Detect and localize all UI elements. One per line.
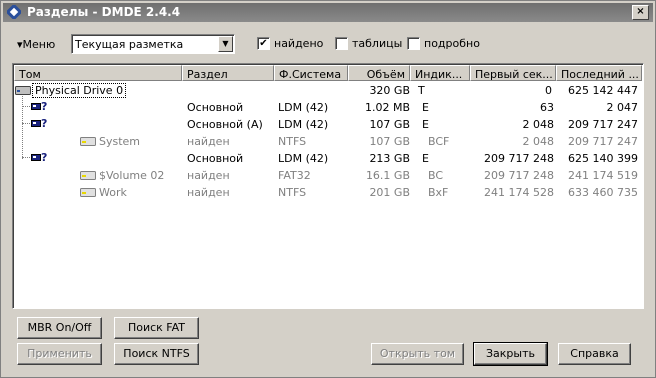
- size-cell: 16.1 GB: [365, 169, 410, 182]
- checkbox-unchecked-icon[interactable]: [407, 37, 420, 50]
- partition-cell: найден: [187, 135, 230, 148]
- column-header-size[interactable]: Объём: [348, 65, 410, 81]
- menu-button[interactable]: ▾Меню: [17, 38, 55, 51]
- list-header: Том Раздел Ф.Система Объём Индик... Перв…: [14, 65, 642, 81]
- layout-select-value: Текущая разметка: [75, 38, 184, 51]
- table-row[interactable]: ? Основной LDM (42) 213 GB E 209 717 248…: [14, 150, 642, 167]
- column-header-filesystem[interactable]: Ф.Система: [274, 65, 348, 81]
- first-sector-cell: 209 717 248: [484, 152, 554, 165]
- layout-select[interactable]: Текущая разметка ▼: [71, 34, 235, 54]
- found-checkbox-label: найдено: [274, 37, 324, 50]
- question-icon: ?: [41, 151, 48, 164]
- filesystem-cell: NTFS: [278, 135, 307, 148]
- table-row[interactable]: ? Основной LDM (42) 1.02 MB E 63 2 047: [14, 99, 642, 116]
- volume-name: Physical Drive 0: [32, 83, 127, 98]
- volume-name: Work: [99, 186, 127, 199]
- volume-drive-icon: [80, 188, 96, 197]
- size-cell: 107 GB: [369, 135, 410, 148]
- size-cell: 201 GB: [369, 186, 410, 199]
- window-title: Разделы - DMDE 2.4.4: [27, 5, 181, 19]
- partition-cell: найден: [187, 169, 230, 182]
- column-header-indicators[interactable]: Индик...: [410, 65, 470, 81]
- toolbar: ▾Меню Текущая разметка ▼ ✔ найдено табли…: [1, 34, 656, 56]
- chevron-down-icon[interactable]: ▼: [218, 36, 233, 52]
- close-window-button[interactable]: ×: [632, 5, 649, 20]
- filesystem-cell: LDM (42): [278, 118, 329, 131]
- help-button[interactable]: Справка: [558, 343, 631, 365]
- first-sector-cell: 209 717 248: [484, 169, 554, 182]
- mbr-toggle-button[interactable]: MBR On/Off: [17, 317, 102, 339]
- last-sector-cell: 633 460 735: [568, 186, 638, 199]
- checkbox-unchecked-icon[interactable]: [335, 37, 348, 50]
- last-sector-cell: 625 142 447: [568, 84, 638, 97]
- indicator-cell: E: [422, 101, 429, 114]
- apply-button[interactable]: Применить: [17, 343, 102, 365]
- last-sector-cell: 209 717 247: [568, 135, 638, 148]
- close-button[interactable]: Закрыть: [473, 342, 548, 366]
- detailed-checkbox[interactable]: подробно: [407, 37, 480, 50]
- column-header-first-sector[interactable]: Первый сек...: [470, 65, 556, 81]
- indicator-cell: BCF: [428, 135, 450, 148]
- filesystem-cell: NTFS: [278, 186, 307, 199]
- dialog-window: Разделы - DMDE 2.4.4 × ▾Меню Текущая раз…: [0, 0, 656, 378]
- indicator-cell: E: [422, 118, 429, 131]
- tables-checkbox[interactable]: таблицы: [335, 37, 402, 50]
- open-volume-button[interactable]: Открыть том: [371, 343, 464, 365]
- last-sector-cell: 209 717 247: [568, 118, 638, 131]
- first-sector-cell: 2 048: [522, 118, 555, 131]
- filesystem-cell: FAT32: [278, 169, 311, 182]
- last-sector-cell: 2 047: [606, 101, 639, 114]
- partitions-list[interactable]: Том Раздел Ф.Система Объём Индик... Перв…: [12, 63, 644, 309]
- first-sector-cell: 2 048: [522, 135, 555, 148]
- title-bar[interactable]: Разделы - DMDE 2.4.4 ×: [3, 3, 653, 22]
- size-cell: 107 GB: [369, 118, 410, 131]
- table-row[interactable]: ? Основной (A) LDM (42) 107 GB E 2 048 2…: [14, 116, 642, 133]
- question-icon: ?: [41, 117, 48, 130]
- tables-checkbox-label: таблицы: [352, 37, 403, 50]
- hard-drive-icon: [15, 86, 31, 95]
- partition-cell: Основной: [187, 152, 244, 165]
- find-ntfs-button[interactable]: Поиск NTFS: [114, 343, 199, 365]
- detailed-checkbox-label: подробно: [424, 37, 480, 50]
- table-row[interactable]: Work найден NTFS 201 GB BxF 241 174 528 …: [14, 184, 642, 201]
- indicator-cell: E: [422, 152, 429, 165]
- partition-cell: Основной (A): [187, 118, 263, 131]
- last-sector-cell: 241 174 519: [568, 169, 638, 182]
- indicator-cell: BxF: [428, 186, 449, 199]
- indicator-cell: T: [418, 84, 425, 97]
- found-checkbox[interactable]: ✔ найдено: [257, 37, 323, 50]
- find-fat-button[interactable]: Поиск FAT: [114, 317, 199, 339]
- column-header-partition[interactable]: Раздел: [182, 65, 274, 81]
- column-header-volume[interactable]: Том: [14, 65, 182, 81]
- partition-cell: найден: [187, 186, 230, 199]
- size-cell: 320 GB: [369, 84, 410, 97]
- indicator-cell: BC: [428, 169, 444, 182]
- menu-label: Меню: [22, 38, 56, 51]
- filesystem-cell: LDM (42): [278, 152, 329, 165]
- column-header-last-sector[interactable]: Последний ...: [556, 65, 642, 81]
- app-icon: [7, 5, 21, 19]
- table-row[interactable]: $Volume 02 найден FAT32 16.1 GB BC 209 7…: [14, 167, 642, 184]
- first-sector-cell: 0: [545, 84, 552, 97]
- volume-drive-icon: [80, 137, 96, 146]
- filesystem-cell: LDM (42): [278, 101, 329, 114]
- volume-name: System: [99, 135, 141, 148]
- volume-name: $Volume 02: [99, 169, 165, 182]
- checkbox-checked-icon[interactable]: ✔: [257, 37, 270, 50]
- question-icon: ?: [41, 100, 48, 113]
- size-cell: 1.02 MB: [364, 101, 410, 114]
- first-sector-cell: 63: [540, 101, 554, 114]
- size-cell: 213 GB: [369, 152, 410, 165]
- close-icon: ×: [636, 6, 645, 17]
- table-row[interactable]: System найден NTFS 107 GB BCF 2 048 209 …: [14, 133, 642, 150]
- volume-drive-icon: [80, 171, 96, 180]
- partition-cell: Основной: [187, 101, 244, 114]
- last-sector-cell: 625 140 399: [568, 152, 638, 165]
- table-row[interactable]: Physical Drive 0 320 GB T 0 625 142 447: [14, 82, 642, 99]
- first-sector-cell: 241 174 528: [484, 186, 554, 199]
